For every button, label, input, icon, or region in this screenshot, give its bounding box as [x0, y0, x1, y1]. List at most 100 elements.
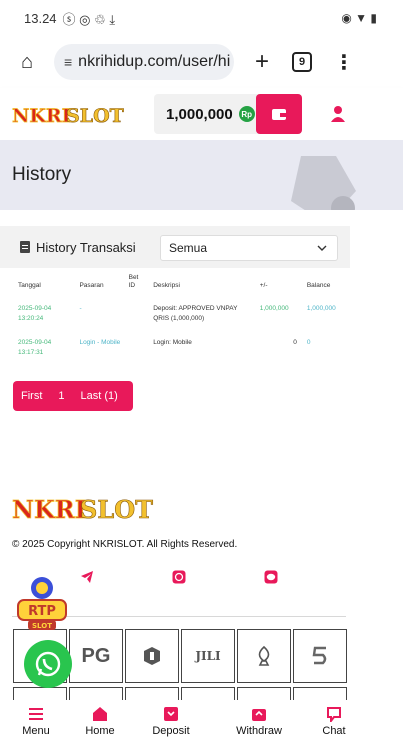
wallet-icon [272, 109, 286, 120]
balance-value: 1,000,000 [166, 105, 233, 123]
pager-last-button[interactable]: Last (1) [73, 390, 126, 402]
nav-label: Chat [322, 725, 346, 737]
site-header: NKRI SLOT 1,000,000 Rp [0, 88, 403, 140]
nav-label: Menu [22, 725, 50, 737]
column-header: Deskripsi [153, 282, 180, 289]
nav-chat[interactable]: Chat [304, 700, 364, 743]
site-settings-icon[interactable]: ≡ [64, 54, 72, 70]
provider-tile[interactable] [125, 687, 179, 701]
cell-deskripsi: Deposit: APPROVED VNPAY QRIS (1,000,000) [153, 305, 238, 322]
transaction-filter-select[interactable]: Semua [160, 235, 338, 261]
table-row: 2025-09-04 13:20:24 - Deposit: APPROVED … [14, 296, 350, 330]
column-header: Balance [306, 282, 331, 289]
table-header-row: Tanggal Pasaran Bet ID Deskripsi +/- Bal… [14, 272, 350, 296]
provider-tile-5g[interactable] [293, 629, 347, 683]
nav-deposit[interactable]: Deposit [128, 700, 214, 743]
page-hero: History [0, 140, 403, 210]
site-logo[interactable]: NKRI SLOT [10, 99, 128, 129]
user-icon[interactable] [328, 104, 348, 124]
svg-text:SLOT: SLOT [66, 105, 124, 127]
telegram-icon[interactable] [80, 570, 94, 584]
nav-menu[interactable]: Menu [0, 700, 72, 743]
pagination: First 1 Last (1) [13, 381, 133, 411]
habanero-icon [144, 647, 160, 665]
tag-decoration-icon [291, 156, 356, 210]
pager-first-button[interactable]: First [13, 390, 50, 402]
url-text: nkrihidup.com/user/hi [78, 53, 231, 70]
tab-switcher-button[interactable]: 9 [292, 52, 312, 72]
address-bar[interactable]: ≡ nkrihidup.com/user/hi [54, 44, 234, 80]
balance-box: 1,000,000 Rp [154, 94, 302, 134]
provider-tile-jili[interactable]: JILI [181, 629, 235, 683]
chevron-down-icon [317, 245, 327, 251]
cell-amount: 0 [293, 339, 297, 346]
cell-balance: 0 [306, 339, 311, 346]
history-card-title: History Transaksi [36, 239, 136, 255]
chat-icon [327, 707, 341, 722]
notification-icons: ⓢ ◎ ♲ ⤓ [62, 11, 116, 27]
provider-tile[interactable] [237, 687, 291, 701]
copyright-text: © 2025 Copyright NKRISLOT. All Rights Re… [12, 539, 238, 550]
provider-label: PG [81, 644, 111, 667]
page-title: History [12, 164, 72, 185]
status-bar: 13.24 ⓢ ◎ ♲ ⤓ ◉ ▼ ▮ [0, 0, 403, 36]
footer-logo: NKRI SLOT [12, 495, 154, 525]
rtp-slot-badge[interactable]: RTP SLOT [14, 574, 70, 634]
provider-label: JILI [195, 649, 221, 663]
new-tab-button[interactable]: + [248, 48, 276, 76]
home-icon[interactable]: ⌂ [12, 51, 42, 74]
cell-bet-id [125, 330, 150, 364]
system-icons: ◉ ▼ ▮ [341, 11, 377, 25]
column-header: +/- [259, 282, 268, 289]
bottom-nav: Menu Home Deposit Withdraw Chat [0, 700, 403, 743]
hamburger-icon [29, 708, 43, 720]
nav-label: Deposit [152, 725, 190, 737]
nav-label: Withdraw [236, 725, 282, 737]
five-icon [312, 646, 327, 665]
nav-withdraw[interactable]: Withdraw [214, 700, 304, 743]
cell-tanggal: 2025-09-04 13:17:31 [18, 339, 52, 356]
deposit-icon [164, 707, 178, 721]
document-icon [20, 241, 30, 253]
provider-tile-habanero[interactable] [125, 629, 179, 683]
history-table: Tanggal Pasaran Bet ID Deskripsi +/- Bal… [14, 272, 350, 364]
cell-balance: 1,000,000 [306, 305, 336, 312]
home-icon [93, 707, 107, 721]
whatsapp-float-button[interactable] [24, 640, 72, 688]
browser-menu-icon[interactable]: ⋮ [334, 50, 354, 75]
cell-bet-id [125, 296, 150, 330]
provider-tile[interactable] [293, 687, 347, 701]
rupiah-icon: Rp [238, 106, 255, 122]
table-row: 2025-09-04 13:17:31 Login - Mobile Login… [14, 330, 350, 364]
provider-tile[interactable] [69, 687, 123, 701]
svg-text:RTP: RTP [28, 604, 56, 619]
svg-text:SLOT: SLOT [32, 622, 52, 630]
filter-value: Semua [169, 241, 208, 255]
line-icon[interactable] [264, 570, 278, 584]
whatsapp-social-icon[interactable] [172, 570, 186, 584]
provider-tile[interactable] [181, 687, 235, 701]
cell-tanggal: 2025-09-04 13:20:24 [18, 305, 52, 322]
cell-deskripsi: Login: Mobile [153, 339, 192, 346]
column-header: Pasaran [79, 282, 104, 289]
provider-tile-spade[interactable] [237, 629, 291, 683]
cell-pasaran: - [79, 305, 82, 312]
column-header-text: Bet ID [128, 274, 139, 289]
nav-home[interactable]: Home [72, 700, 128, 743]
pager-page-button[interactable]: 1 [50, 390, 72, 402]
whatsapp-icon [35, 651, 61, 677]
spade-icon [258, 645, 270, 666]
history-card-header: History Transaksi Semua [0, 226, 350, 268]
provider-tile[interactable] [13, 687, 67, 701]
cell-pasaran: Login - Mobile [79, 339, 121, 346]
browser-toolbar: ⌂ ≡ nkrihidup.com/user/hi + 9 ⋮ [0, 36, 403, 88]
wallet-button[interactable] [256, 94, 302, 134]
withdraw-icon [252, 709, 266, 721]
provider-tile-pg[interactable]: PG [69, 629, 123, 683]
svg-text:SLOT: SLOT [80, 495, 153, 524]
column-header: Bet ID [125, 272, 150, 296]
svg-text:NKRI: NKRI [12, 495, 86, 524]
status-time: 13.24 [24, 10, 57, 26]
svg-text:NKRI: NKRI [12, 105, 71, 127]
column-header: Tanggal [18, 282, 41, 289]
